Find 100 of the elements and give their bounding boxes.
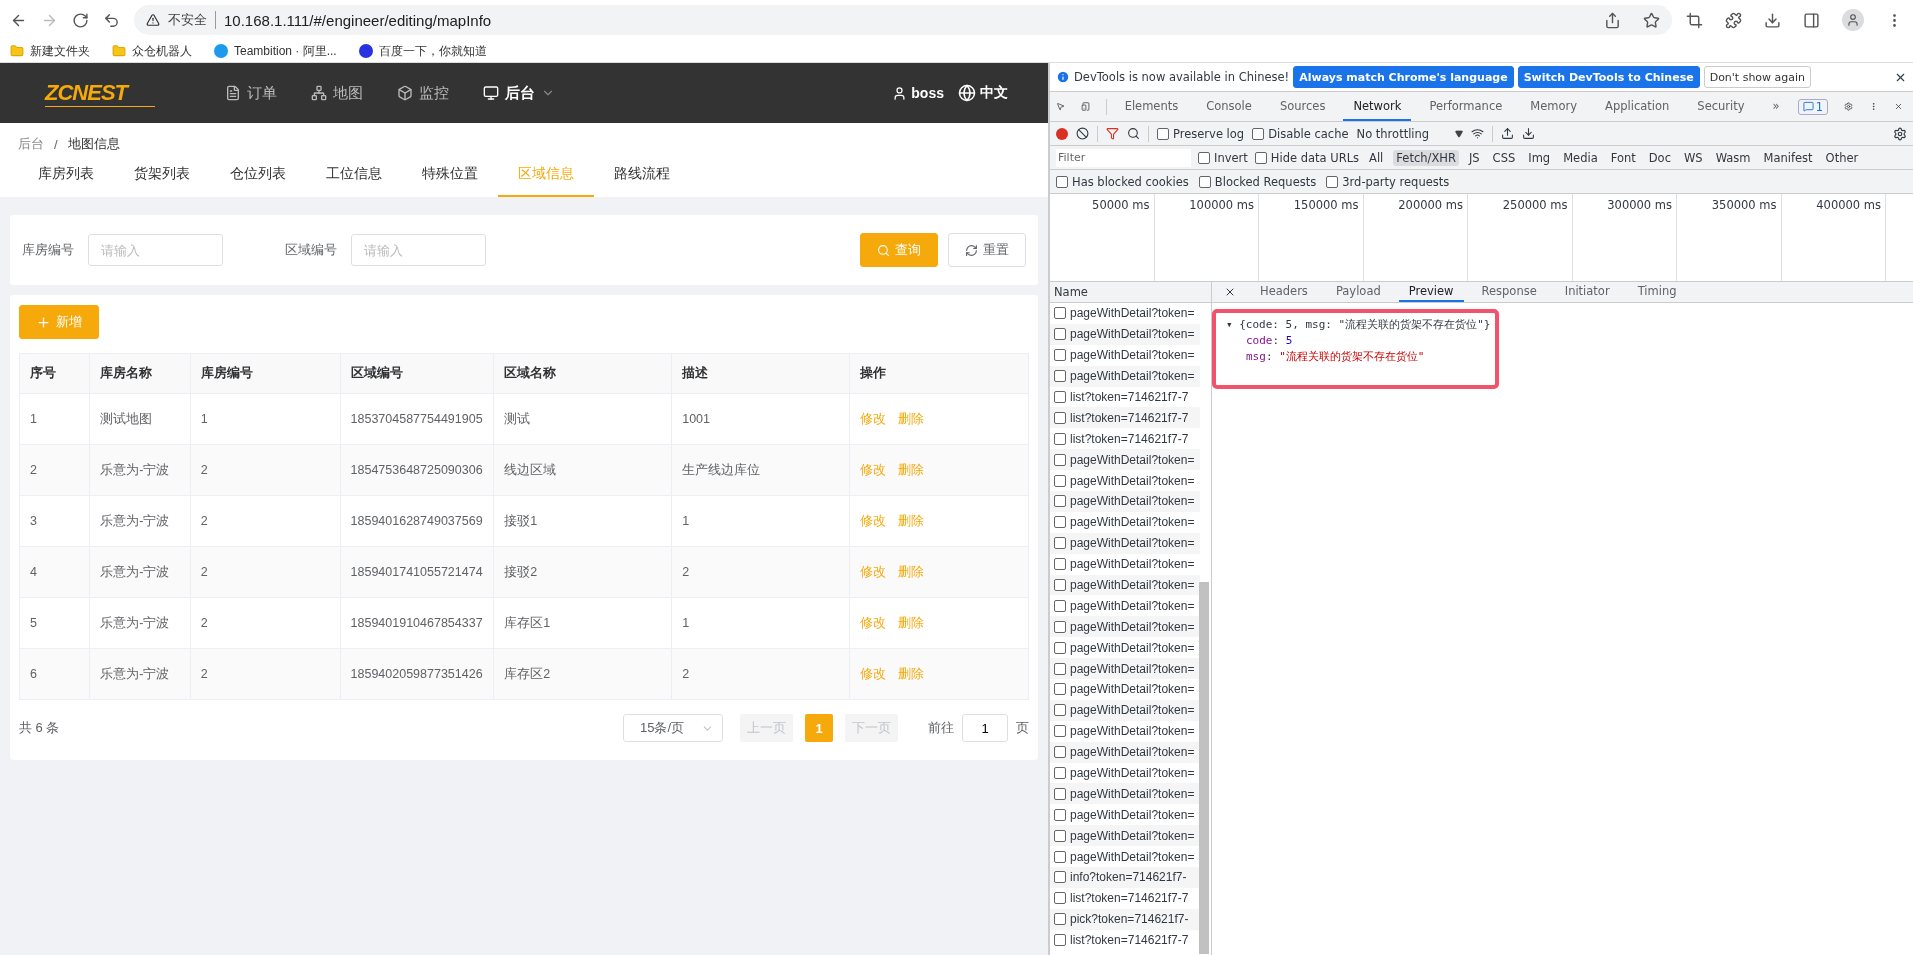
checkbox-icon[interactable] xyxy=(1054,871,1066,884)
request-row[interactable]: pageWithDetail?token= xyxy=(1050,574,1200,596)
request-row[interactable]: list?token=714621f7-7 xyxy=(1050,407,1200,429)
checkbox-icon[interactable] xyxy=(1054,307,1066,320)
filter-icon[interactable] xyxy=(1106,127,1119,140)
checkbox-icon[interactable] xyxy=(1054,683,1066,696)
tab[interactable]: 工位信息 xyxy=(306,165,402,197)
search-icon[interactable] xyxy=(1127,127,1140,140)
request-row[interactable]: pick?token=714621f7- xyxy=(1050,908,1200,930)
bookmark-item[interactable]: 新建文件夹 xyxy=(10,42,90,60)
extensions-icon[interactable] xyxy=(1725,11,1742,29)
type-filter[interactable]: Media xyxy=(1560,149,1601,166)
checkbox-icon[interactable] xyxy=(1054,704,1066,717)
checkbox[interactable]: Has blocked cookies xyxy=(1056,174,1189,189)
type-filter[interactable]: Img xyxy=(1525,149,1554,166)
checkbox-icon[interactable] xyxy=(1326,175,1339,188)
request-row[interactable]: pageWithDetail?token= xyxy=(1050,783,1200,805)
settings-icon[interactable] xyxy=(1893,126,1907,141)
devtools-tab[interactable]: Security xyxy=(1687,92,1755,121)
clear-icon[interactable] xyxy=(1076,127,1089,140)
tab[interactable]: 仓位列表 xyxy=(210,165,306,197)
checkbox-icon[interactable] xyxy=(1054,620,1066,633)
type-filter[interactable]: Fetch/XHR xyxy=(1393,149,1459,166)
checkbox-icon[interactable] xyxy=(1054,892,1066,905)
checkbox-icon[interactable] xyxy=(1054,370,1066,383)
detail-tab[interactable]: Payload xyxy=(1325,282,1391,302)
checkbox-icon[interactable] xyxy=(1054,411,1066,424)
breadcrumb-item[interactable]: 后台 xyxy=(18,135,44,153)
tab[interactable]: 库房列表 xyxy=(18,165,114,197)
type-filter[interactable]: Font xyxy=(1607,149,1639,166)
profile-avatar[interactable] xyxy=(1842,9,1864,31)
bookmark-item[interactable]: 众仓机器人 xyxy=(112,42,192,60)
infobar-button[interactable]: Don't show again xyxy=(1703,66,1812,88)
devtools-tab[interactable]: Console xyxy=(1196,92,1262,121)
tab[interactable]: 货架列表 xyxy=(114,165,210,197)
checkbox[interactable]: 3rd-party requests xyxy=(1326,174,1450,189)
checkbox-icon[interactable] xyxy=(1054,767,1066,780)
record-button[interactable] xyxy=(1056,127,1068,140)
bookmark-item[interactable]: Teambition · 阿里... xyxy=(214,42,337,60)
checkbox-icon[interactable] xyxy=(1254,151,1267,164)
page-size-select[interactable]: 15条/页 xyxy=(623,714,723,742)
request-row[interactable]: pageWithDetail?token= xyxy=(1050,825,1200,847)
checkbox-icon[interactable] xyxy=(1054,474,1066,487)
checkbox-icon[interactable] xyxy=(1252,127,1265,140)
checkbox-icon[interactable] xyxy=(1054,558,1066,571)
crop-icon[interactable] xyxy=(1686,11,1703,29)
dropdown-icon[interactable] xyxy=(1455,129,1464,138)
devtools-tab[interactable]: Application xyxy=(1595,92,1680,121)
checkbox-icon[interactable] xyxy=(1054,516,1066,529)
checkbox-icon[interactable] xyxy=(1054,349,1066,362)
name-column-header[interactable]: Name xyxy=(1050,282,1211,303)
goto-page-input[interactable]: 1 xyxy=(962,714,1008,742)
user-menu[interactable]: boss xyxy=(892,84,944,102)
request-row[interactable]: info?token=714621f7- xyxy=(1050,867,1200,888)
type-filter[interactable]: All xyxy=(1366,149,1387,166)
reset-button[interactable]: 重置 xyxy=(948,233,1026,267)
checkbox[interactable]: Invert xyxy=(1198,150,1248,165)
checkbox-icon[interactable] xyxy=(1054,787,1066,800)
checkbox-icon[interactable] xyxy=(1054,537,1066,550)
type-filter[interactable]: Wasm xyxy=(1712,149,1754,166)
request-row[interactable]: pageWithDetail?token= xyxy=(1050,449,1200,471)
devtools-tab[interactable]: Performance xyxy=(1419,92,1513,121)
checkbox[interactable]: Disable cache xyxy=(1252,126,1349,141)
bookmark-item[interactable]: 百度一下，你就知道 xyxy=(358,42,487,60)
share-icon[interactable] xyxy=(1604,11,1621,29)
detail-tab[interactable]: Timing xyxy=(1627,282,1687,302)
checkbox-icon[interactable] xyxy=(1054,662,1066,675)
checkbox-icon[interactable] xyxy=(1054,328,1066,341)
type-filter[interactable]: Doc xyxy=(1645,149,1674,166)
checkbox-icon[interactable] xyxy=(1054,829,1066,842)
device-toolbar-icon[interactable] xyxy=(1081,99,1091,114)
detail-tab[interactable]: Initiator xyxy=(1554,282,1620,302)
request-row[interactable]: pageWithDetail?token= xyxy=(1050,365,1200,387)
type-filter[interactable]: Manifest xyxy=(1760,149,1816,166)
type-filter[interactable]: CSS xyxy=(1489,149,1519,166)
infobar-button[interactable]: Switch DevTools to Chinese xyxy=(1517,66,1700,88)
infobar-button[interactable]: Always match Chrome's language xyxy=(1293,66,1514,88)
type-filter[interactable]: Other xyxy=(1822,149,1862,166)
checkbox-icon[interactable] xyxy=(1054,641,1066,654)
devtools-tab[interactable]: Elements xyxy=(1114,92,1189,121)
checkbox[interactable]: Blocked Requests xyxy=(1198,174,1317,189)
checkbox-icon[interactable] xyxy=(1054,495,1066,508)
checkbox-icon[interactable] xyxy=(1056,175,1068,188)
checkbox-icon[interactable] xyxy=(1054,746,1066,759)
checkbox-icon[interactable] xyxy=(1054,599,1066,612)
issues-badge[interactable]: 1 xyxy=(1797,98,1828,115)
nav-item[interactable]: 监控 xyxy=(397,83,449,103)
network-conditions-icon[interactable] xyxy=(1471,127,1485,140)
tab[interactable]: 特殊位置 xyxy=(402,165,498,197)
checkbox-icon[interactable] xyxy=(1054,934,1066,947)
side-panel-icon[interactable] xyxy=(1803,11,1820,29)
request-row[interactable]: pageWithDetail?token= xyxy=(1050,616,1200,638)
checkbox-icon[interactable] xyxy=(1054,913,1066,926)
undo-icon[interactable] xyxy=(103,11,120,29)
more-tabs-button[interactable]: » xyxy=(1762,92,1790,121)
detail-tab[interactable]: Headers xyxy=(1250,282,1318,302)
checkbox[interactable]: Preserve log xyxy=(1157,126,1245,141)
request-row[interactable]: pageWithDetail?token= xyxy=(1050,532,1200,554)
request-row[interactable]: pageWithDetail?token= xyxy=(1050,741,1200,763)
json-summary[interactable]: ▾ {code: 5, msg: "流程关联的货架不存在货位"} xyxy=(1226,317,1487,333)
